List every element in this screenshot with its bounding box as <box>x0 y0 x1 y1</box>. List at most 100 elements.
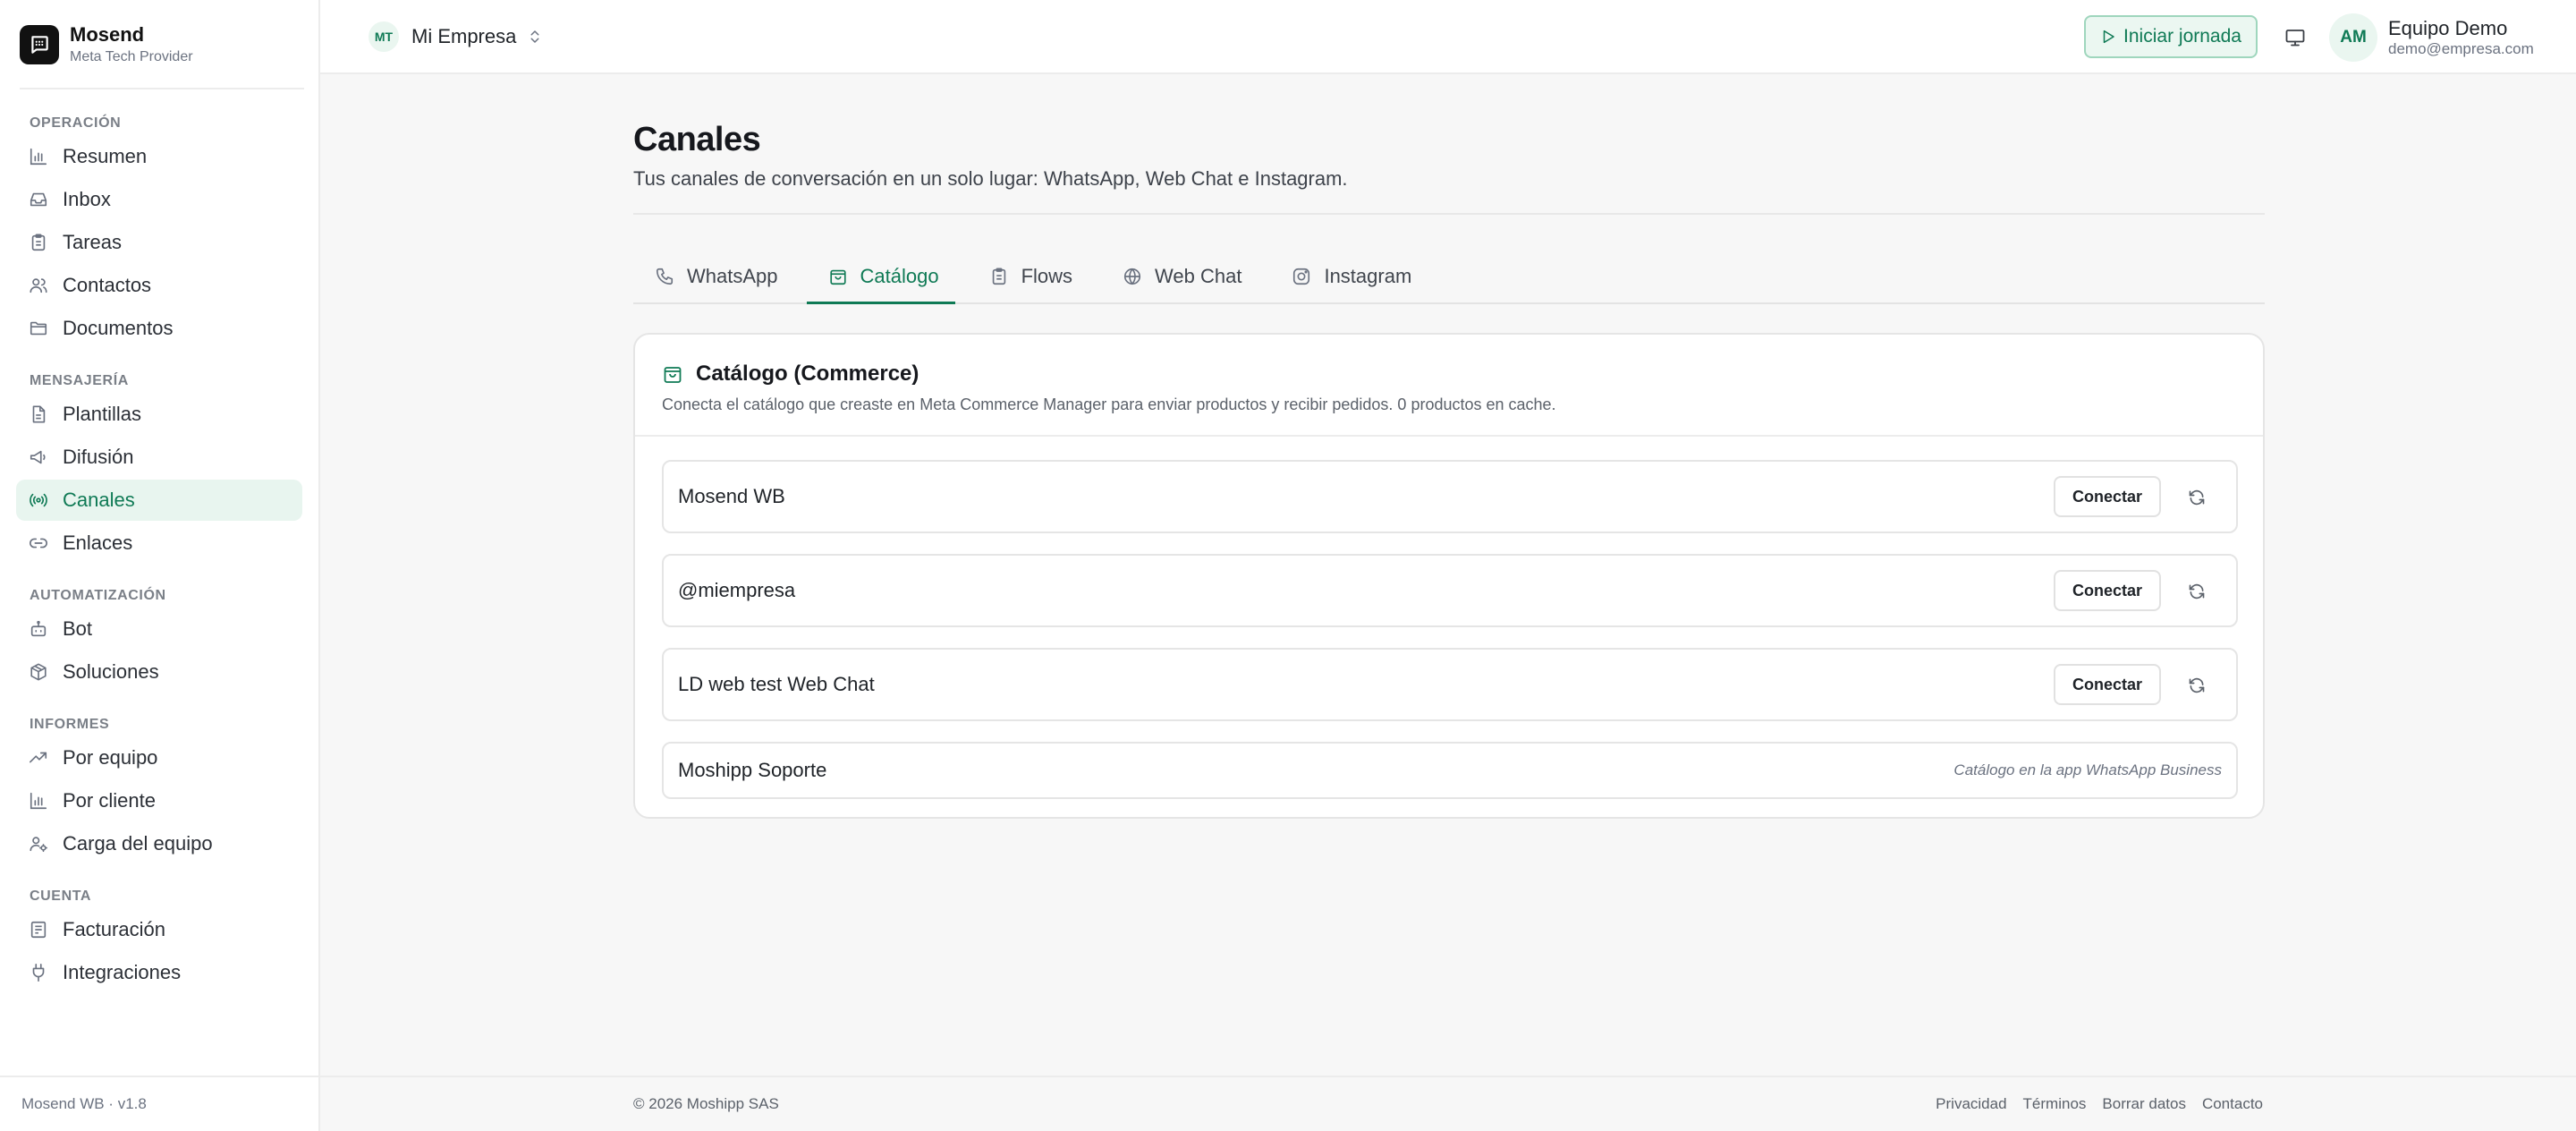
package-icon <box>30 663 47 681</box>
link-icon <box>30 538 47 548</box>
connect-button[interactable]: Conectar <box>2054 664 2161 705</box>
sidebar-item-facturacion[interactable]: Facturación <box>16 909 302 950</box>
sidebar-item-tareas[interactable]: Tareas <box>16 222 302 263</box>
user-menu[interactable]: AM Equipo Demo demo@empresa.com <box>2329 13 2534 63</box>
sidebar-item-label: Documentos <box>63 317 174 339</box>
brand-name: Mosend <box>70 23 145 46</box>
bar-chart-icon <box>30 148 47 166</box>
footer-link-privacidad[interactable]: Privacidad <box>1936 1095 2006 1113</box>
nav-section-automatizacion: Automatización <box>30 588 166 603</box>
sidebar-item-label: Integraciones <box>63 961 182 983</box>
channel-row: @miempresa Conectar <box>662 554 2238 627</box>
sidebar-item-label: Difusión <box>63 446 134 468</box>
brand-subtitle: Meta Tech Provider <box>70 49 193 64</box>
bar-chart-icon <box>30 792 47 810</box>
connect-button[interactable]: Conectar <box>2054 476 2161 517</box>
receipt-icon <box>30 921 47 939</box>
user-email: demo@empresa.com <box>2388 40 2534 57</box>
tab-label: WhatsApp <box>687 265 778 287</box>
channel-name: Moshipp Soporte <box>678 759 827 781</box>
sidebar-item-label: Enlaces <box>63 531 133 554</box>
sidebar-item-label: Inbox <box>63 188 111 210</box>
refresh-button[interactable] <box>2184 673 2209 698</box>
chevrons-up-down-icon <box>530 30 539 43</box>
footer-link-terminos[interactable]: Términos <box>2023 1095 2087 1113</box>
tab-whatsapp[interactable]: WhatsApp <box>633 251 794 302</box>
workspace-switcher[interactable]: MT Mi Empresa <box>369 20 543 54</box>
sidebar-nav: Operación Resumen Inbox Tareas Contactos… <box>0 89 318 995</box>
tab-flows[interactable]: Flows <box>968 251 1089 302</box>
sidebar-item-plantillas[interactable]: Plantillas <box>16 394 302 435</box>
workspace-badge: MT <box>369 21 399 52</box>
sidebar-item-canales[interactable]: Canales <box>16 480 302 521</box>
catalog-title: Catálogo (Commerce) <box>696 361 919 386</box>
channel-row: Moshipp Soporte Catálogo en la app Whats… <box>662 742 2238 799</box>
refresh-icon <box>2189 489 2205 506</box>
instagram-icon <box>1293 268 1310 285</box>
footer-link-contacto[interactable]: Contacto <box>2202 1095 2263 1113</box>
tab-label: Catálogo <box>860 265 939 287</box>
globe-icon <box>1123 268 1141 285</box>
connect-button[interactable]: Conectar <box>2054 570 2161 611</box>
bot-icon <box>30 620 47 637</box>
start-shift-button[interactable]: Iniciar jornada <box>2084 15 2258 58</box>
sidebar-item-contactos[interactable]: Contactos <box>16 265 302 306</box>
footer-links: Privacidad Términos Borrar datos Contact… <box>1919 1077 2263 1131</box>
sidebar-item-resumen[interactable]: Resumen <box>16 136 302 177</box>
footer: © 2026 Moshipp SAS Privacidad Términos B… <box>320 1076 2576 1131</box>
tab-label: Web Chat <box>1155 265 1242 287</box>
sidebar-item-por-equipo[interactable]: Por equipo <box>16 737 302 778</box>
file-text-icon <box>32 405 46 423</box>
nav-section-operacion: Operación <box>30 115 122 131</box>
brand[interactable]: Mosend Meta Tech Provider <box>20 21 306 68</box>
channel-row: Mosend WB Conectar <box>662 460 2238 533</box>
sidebar-item-carga-del-equipo[interactable]: Carga del equipo <box>16 823 302 864</box>
sidebar-item-soluciones[interactable]: Soluciones <box>16 651 302 693</box>
sidebar-item-label: Carga del equipo <box>63 832 213 855</box>
user-name: Equipo Demo <box>2388 17 2508 39</box>
refresh-button[interactable] <box>2184 485 2209 510</box>
inbox-icon <box>30 192 47 207</box>
avatar: AM <box>2329 13 2377 62</box>
clipboard-icon <box>992 268 1005 285</box>
play-icon <box>2103 30 2114 44</box>
refresh-button[interactable] <box>2184 579 2209 604</box>
user-cog-icon <box>30 837 47 853</box>
sidebar-item-label: Facturación <box>63 918 165 940</box>
sidebar-item-documentos[interactable]: Documentos <box>16 308 302 349</box>
channel-name: LD web test Web Chat <box>678 673 875 695</box>
trending-up-icon <box>30 752 47 763</box>
start-shift-label: Iniciar jornada <box>2123 26 2241 47</box>
divider <box>633 213 2265 215</box>
refresh-icon <box>2189 583 2205 600</box>
folder-icon <box>30 321 47 336</box>
sidebar-item-label: Por equipo <box>63 746 158 769</box>
shopping-bag-icon <box>664 367 682 383</box>
workspace-name: Mi Empresa <box>411 25 517 47</box>
sidebar-item-inbox[interactable]: Inbox <box>16 179 302 220</box>
brand-logo-icon <box>20 25 59 64</box>
tab-web-chat[interactable]: Web Chat <box>1101 251 1258 302</box>
monitor-button[interactable] <box>2275 18 2315 57</box>
sidebar-item-label: Resumen <box>63 145 148 167</box>
copyright: © 2026 Moshipp SAS <box>633 1095 779 1112</box>
footer-link-borrar-datos[interactable]: Borrar datos <box>2102 1095 2186 1113</box>
sidebar-item-difusion[interactable]: Difusión <box>16 437 302 478</box>
sidebar-item-bot[interactable]: Bot <box>16 608 302 650</box>
app-version: Mosend WB · v1.8 <box>0 1076 318 1131</box>
phone-icon <box>656 268 674 285</box>
catalog-description: Conecta el catálogo que creaste en Meta … <box>662 395 1556 413</box>
tab-catalogo[interactable]: Catálogo <box>806 251 955 304</box>
sidebar: Mosend Meta Tech Provider Operación Resu… <box>0 0 320 1131</box>
sidebar-item-integraciones[interactable]: Integraciones <box>16 952 302 993</box>
sidebar-item-label: Plantillas <box>63 403 142 425</box>
channel-name: Mosend WB <box>678 485 785 507</box>
tab-label: Flows <box>1021 265 1073 287</box>
tab-instagram[interactable]: Instagram <box>1270 251 1428 302</box>
nav-section-informes: Informes <box>30 717 110 732</box>
channel-note: Catálogo en la app WhatsApp Business <box>1953 761 2222 778</box>
users-icon <box>30 278 47 293</box>
sidebar-item-por-cliente[interactable]: Por cliente <box>16 780 302 821</box>
channel-tabs: WhatsApp Catálogo Flows Web Chat Instagr… <box>633 251 2265 304</box>
sidebar-item-enlaces[interactable]: Enlaces <box>16 523 302 564</box>
